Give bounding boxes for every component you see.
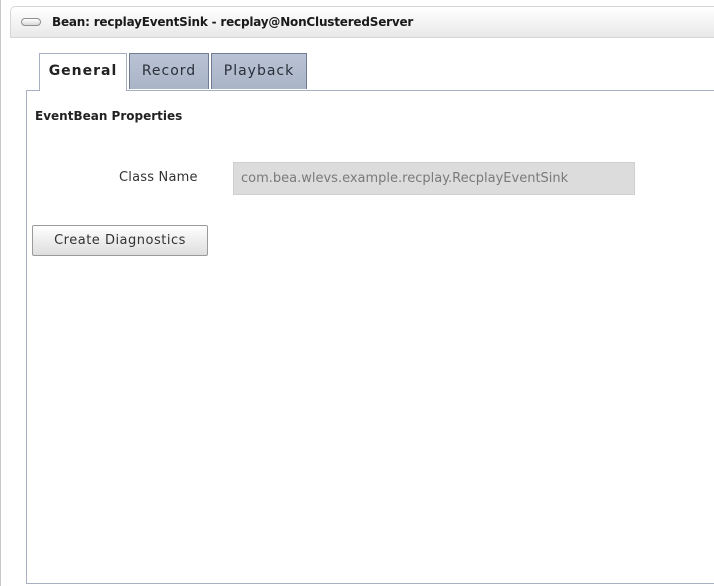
class-name-field: com.bea.wlevs.example.recplay.RecplayEve… [233, 162, 635, 195]
tab-content-general: EventBean Properties Class Name com.bea.… [26, 90, 714, 584]
create-diagnostics-button[interactable]: Create Diagnostics [32, 225, 208, 256]
tab-record[interactable]: Record [129, 53, 209, 89]
section-heading: EventBean Properties [35, 109, 183, 123]
panel-titlebar[interactable]: Bean: recplayEventSink - recplay@NonClus… [10, 6, 714, 38]
bean-panel: Bean: recplayEventSink - recplay@NonClus… [0, 0, 714, 586]
panel-title: Bean: recplayEventSink - recplay@NonClus… [52, 15, 414, 29]
tab-general[interactable]: General [39, 53, 127, 91]
collapse-pill-icon[interactable] [21, 18, 41, 26]
class-name-label: Class Name [119, 170, 198, 185]
tab-playback[interactable]: Playback [211, 53, 307, 89]
